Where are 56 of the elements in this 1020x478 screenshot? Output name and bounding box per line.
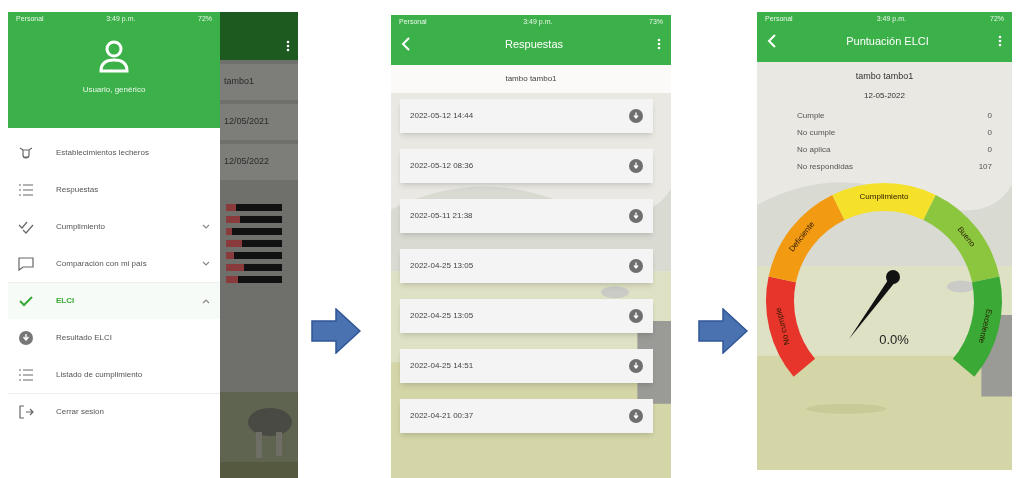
screen-title: Puntuación ELCI [846, 33, 929, 49]
response-card[interactable]: 2022-05-11 21:38 [400, 199, 653, 233]
back-icon[interactable] [401, 37, 411, 51]
menu-item[interactable]: Resultado ELCI [8, 319, 220, 356]
stat-value: 0 [987, 143, 992, 156]
info-icon [18, 329, 34, 346]
chevron-icon[interactable] [202, 261, 210, 266]
check-icon [18, 293, 34, 309]
response-card[interactable]: 2022-04-25 14:51 [400, 349, 653, 383]
stat-label: Cumple [797, 109, 825, 122]
menu-item[interactable]: Comparación con mi país [8, 245, 220, 282]
farm-name: tambo tambo1 [855, 70, 914, 83]
menu-item[interactable]: Establecimientos lecheros [8, 134, 220, 171]
arrow-right-icon [698, 308, 748, 354]
response-card[interactable]: 2022-05-12 14:44 [400, 99, 653, 133]
back-icon[interactable] [767, 34, 777, 48]
info-icon[interactable] [629, 209, 643, 223]
info-icon[interactable] [629, 309, 643, 323]
stat-label: No respondidas [797, 160, 854, 173]
gauge-band: Excelente [952, 275, 1002, 377]
stat-value: 107 [978, 160, 992, 173]
row-text: tambo1 [224, 75, 255, 89]
info-icon[interactable] [629, 259, 643, 273]
info-icon[interactable] [629, 359, 643, 373]
menu-item[interactable]: Cumplimiento [8, 208, 220, 245]
more-icon[interactable] [286, 40, 290, 52]
row-text: 12/05/2021 [224, 115, 270, 129]
screen-title: Respuestas [504, 36, 564, 52]
info-icon[interactable] [629, 109, 643, 123]
list-icon [18, 366, 34, 383]
stat-value: 0 [987, 126, 992, 139]
info-icon[interactable] [629, 159, 643, 173]
arrow-right-icon [311, 308, 361, 354]
response-card[interactable]: 2022-04-25 13:05 [400, 299, 653, 333]
response-card[interactable]: 2022-04-25 13:05 [400, 249, 653, 283]
response-card[interactable]: 2022-05-12 08:36 [400, 149, 653, 183]
list-icon [18, 181, 34, 198]
chat-icon [18, 255, 34, 272]
menu-item[interactable]: Respuestas [8, 171, 220, 208]
stat-value: 0 [987, 109, 992, 122]
row-text: 12/05/2022 [224, 155, 270, 169]
farm-name: tambo tambo1 [505, 73, 557, 85]
stat-label: No cumple [797, 126, 836, 139]
info-icon[interactable] [629, 409, 643, 423]
date-text: 12-05-2022 [864, 89, 905, 102]
gauge-band: No cumple [766, 275, 816, 377]
logout-icon [18, 404, 34, 420]
chevron-icon[interactable] [202, 298, 210, 304]
user-name: Usuario, genérico [82, 84, 146, 96]
response-card[interactable]: 2022-04-21 00:37 [400, 399, 653, 433]
stat-label: No aplica [797, 143, 831, 156]
menu-item[interactable]: Listado de cumplimiento [8, 356, 220, 393]
chevron-icon[interactable] [202, 224, 210, 229]
gauge-band: Cumplimiento [832, 182, 936, 220]
gauge-reading: 0.0% [879, 331, 909, 347]
menu-item[interactable]: Cerrar sesion [8, 393, 220, 430]
